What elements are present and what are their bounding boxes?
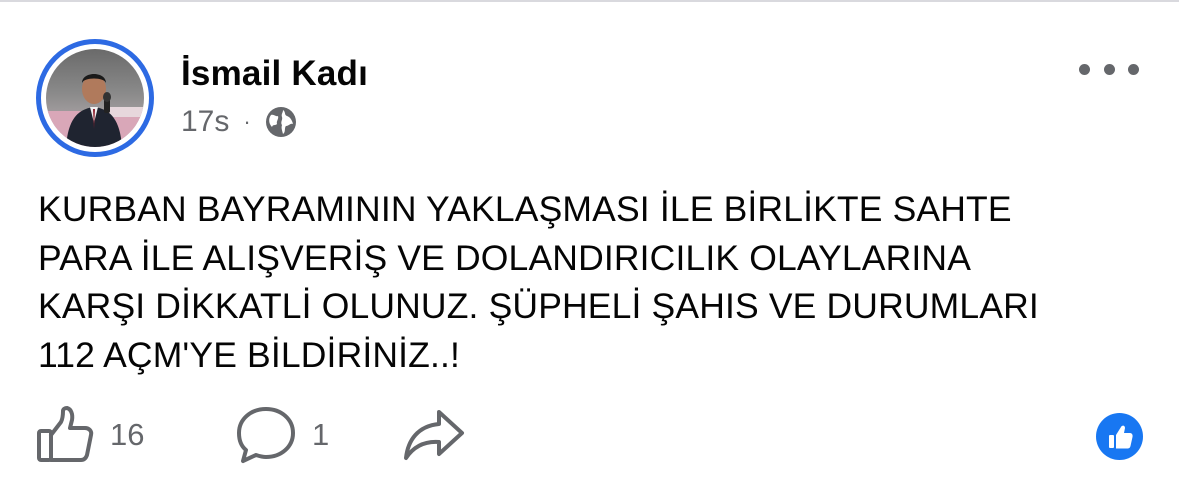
meta-separator: · — [243, 109, 251, 134]
comment-button[interactable]: 1 — [236, 406, 403, 464]
action-bar: 16 1 — [36, 405, 465, 465]
share-icon — [403, 409, 465, 461]
more-dot — [1128, 63, 1139, 75]
like-reaction-icon[interactable] — [1096, 413, 1143, 460]
post-timestamp[interactable]: 17s — [181, 105, 229, 139]
post-meta: 17s · — [181, 105, 297, 139]
profile-avatar[interactable] — [36, 39, 154, 157]
comment-count: 1 — [312, 417, 330, 452]
thumbs-up-icon — [36, 406, 94, 464]
post-text: KURBAN BAYRAMININ YAKLAŞMASI İLE BİRLİKT… — [38, 189, 1039, 375]
comment-icon — [236, 406, 296, 464]
avatar-photo — [46, 49, 144, 147]
globe-icon[interactable] — [265, 106, 297, 138]
more-options-icon[interactable] — [1079, 54, 1139, 84]
like-button[interactable]: 16 — [36, 406, 236, 464]
more-dot — [1079, 63, 1090, 75]
like-count: 16 — [110, 417, 145, 452]
facebook-post: İsmail Kadı 17s · KURBAN BAYRAMININ YAKL… — [0, 0, 1179, 492]
more-dot — [1103, 63, 1115, 75]
author-name[interactable]: İsmail Kadı — [181, 54, 368, 94]
share-button[interactable] — [403, 409, 465, 461]
